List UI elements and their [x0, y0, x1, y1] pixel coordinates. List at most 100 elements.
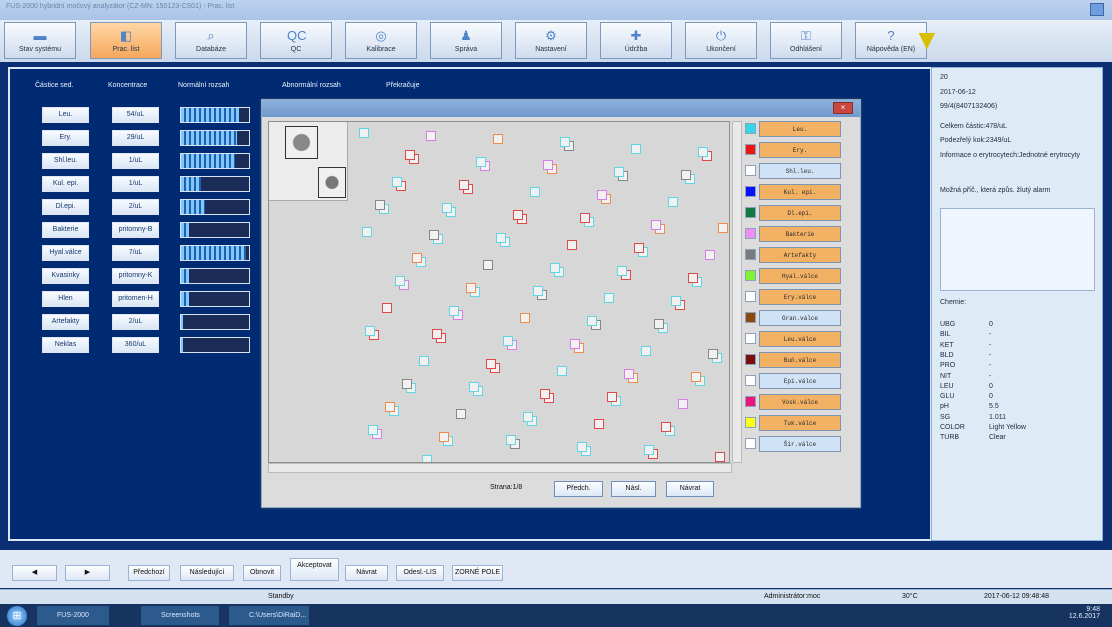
- detected-particle-box[interactable]: [597, 190, 607, 200]
- legend-class-button[interactable]: Leu.: [759, 121, 841, 137]
- detected-particle-box[interactable]: [580, 213, 590, 223]
- detected-particle-box[interactable]: [402, 379, 412, 389]
- detected-particle-box[interactable]: [412, 253, 422, 263]
- detected-particle-box[interactable]: [523, 412, 533, 422]
- detected-particle-box[interactable]: [483, 260, 493, 270]
- detected-particle-box[interactable]: [691, 372, 701, 382]
- toolbar-button-2[interactable]: ⌕ Databáze: [175, 22, 247, 59]
- particle-name[interactable]: Ery.: [42, 130, 89, 146]
- legend-color-checkbox[interactable]: [745, 144, 756, 155]
- toolbar-button-0[interactable]: ▬ Stav systému: [4, 22, 76, 59]
- detected-particle-box[interactable]: [466, 283, 476, 293]
- legend-color-checkbox[interactable]: [745, 207, 756, 218]
- detected-particle-box[interactable]: [604, 293, 614, 303]
- return-button[interactable]: Návrat: [345, 565, 388, 581]
- toolbar-button-6[interactable]: ⚙ Nastavení: [515, 22, 587, 59]
- field-of-view-button[interactable]: ZORNÉ POLE: [452, 565, 503, 581]
- legend-class-button[interactable]: Šir.válce: [759, 436, 841, 452]
- legend-class-button[interactable]: Kul. epi.: [759, 184, 841, 200]
- next-record-button[interactable]: Následující: [180, 565, 234, 581]
- detected-particle-box[interactable]: [503, 336, 513, 346]
- legend-class-button[interactable]: Artefakty: [759, 247, 841, 263]
- detected-particle-box[interactable]: [385, 402, 395, 412]
- previous-record-button[interactable]: Předchozí: [128, 565, 170, 581]
- detected-particle-box[interactable]: [594, 419, 604, 429]
- detected-particle-box[interactable]: [577, 442, 587, 452]
- legend-class-button[interactable]: Hyal.válce: [759, 268, 841, 284]
- task-screenshots[interactable]: Screenshots: [141, 606, 219, 625]
- legend-color-checkbox[interactable]: [745, 291, 756, 302]
- toolbar-button-8[interactable]: ⏻ Ukončení: [685, 22, 757, 59]
- detected-particle-box[interactable]: [715, 452, 725, 462]
- particle-name[interactable]: Bakterie: [42, 222, 89, 238]
- detected-particle-box[interactable]: [419, 356, 429, 366]
- particle-name[interactable]: Hyal.válce: [42, 245, 89, 261]
- detected-particle-box[interactable]: [439, 432, 449, 442]
- legend-color-checkbox[interactable]: [745, 417, 756, 428]
- legend-class-button[interactable]: Ery.: [759, 142, 841, 158]
- detected-particle-box[interactable]: [496, 233, 506, 243]
- detected-particle-box[interactable]: [456, 409, 466, 419]
- detected-particle-box[interactable]: [681, 170, 691, 180]
- legend-color-checkbox[interactable]: [745, 438, 756, 449]
- legend-color-checkbox[interactable]: [745, 375, 756, 386]
- send-lis-button[interactable]: Odesl.-LIS: [396, 565, 444, 581]
- warning-alert-icon[interactable]: ▼: [913, 23, 941, 57]
- detected-particle-box[interactable]: [375, 200, 385, 210]
- detected-particle-box[interactable]: [362, 227, 372, 237]
- detected-particle-box[interactable]: [661, 422, 671, 432]
- minimize-button[interactable]: [1090, 3, 1104, 16]
- zoom-cell-thumbnail[interactable]: [285, 126, 318, 159]
- legend-color-checkbox[interactable]: [745, 186, 756, 197]
- legend-class-button[interactable]: Bakterie: [759, 226, 841, 242]
- detected-particle-box[interactable]: [520, 313, 530, 323]
- detected-particle-box[interactable]: [705, 250, 715, 260]
- detected-particle-box[interactable]: [432, 329, 442, 339]
- legend-class-button[interactable]: Leu.válce: [759, 331, 841, 347]
- particle-name[interactable]: Kvasinky: [42, 268, 89, 284]
- refresh-button[interactable]: Obnovit: [243, 565, 281, 581]
- detected-particle-box[interactable]: [392, 177, 402, 187]
- legend-class-button[interactable]: Shl.leu.: [759, 163, 841, 179]
- detected-particle-box[interactable]: [368, 425, 378, 435]
- toolbar-button-3[interactable]: QC QC: [260, 22, 332, 59]
- detected-particle-box[interactable]: [422, 455, 432, 462]
- detected-particle-box[interactable]: [395, 276, 405, 286]
- detected-particle-box[interactable]: [567, 240, 577, 250]
- legend-color-checkbox[interactable]: [745, 249, 756, 260]
- toolbar-button-4[interactable]: ◎ Kalibrace: [345, 22, 417, 59]
- next-page-button[interactable]: Násl.: [611, 481, 656, 497]
- legend-class-button[interactable]: Tuk.válce: [759, 415, 841, 431]
- detected-particle-box[interactable]: [506, 435, 516, 445]
- detected-particle-box[interactable]: [550, 263, 560, 273]
- detected-particle-box[interactable]: [486, 359, 496, 369]
- legend-class-button[interactable]: Dl.epi.: [759, 205, 841, 221]
- right-arrow-button[interactable]: ▶: [65, 565, 110, 581]
- toolbar-button-9[interactable]: ⚿ Odhlášení: [770, 22, 842, 59]
- image-vertical-scrollbar[interactable]: [732, 121, 742, 463]
- accept-button[interactable]: Akceptovat: [290, 558, 339, 581]
- detected-particle-box[interactable]: [634, 243, 644, 253]
- particle-name[interactable]: Neklas: [42, 337, 89, 353]
- detected-particle-box[interactable]: [641, 346, 651, 356]
- detected-particle-box[interactable]: [469, 382, 479, 392]
- image-horizontal-scrollbar[interactable]: [268, 463, 732, 473]
- legend-class-button[interactable]: Buň.válce: [759, 352, 841, 368]
- detected-particle-box[interactable]: [718, 223, 728, 233]
- detected-particle-box[interactable]: [426, 131, 436, 141]
- detected-particle-box[interactable]: [530, 187, 540, 197]
- legend-color-checkbox[interactable]: [745, 165, 756, 176]
- detected-particle-box[interactable]: [607, 392, 617, 402]
- detected-particle-box[interactable]: [688, 273, 698, 283]
- toolbar-button-1[interactable]: ◧ Prac. list: [90, 22, 162, 59]
- detected-particle-box[interactable]: [698, 147, 708, 157]
- legend-class-button[interactable]: Gran.válce: [759, 310, 841, 326]
- detected-particle-box[interactable]: [654, 319, 664, 329]
- legend-color-checkbox[interactable]: [745, 396, 756, 407]
- previous-page-button[interactable]: Předch.: [554, 481, 603, 497]
- microscope-image-field[interactable]: [268, 121, 730, 463]
- detected-particle-box[interactable]: [459, 180, 469, 190]
- legend-class-button[interactable]: Ery.válce: [759, 289, 841, 305]
- detected-particle-box[interactable]: [614, 167, 624, 177]
- detected-particle-box[interactable]: [493, 134, 503, 144]
